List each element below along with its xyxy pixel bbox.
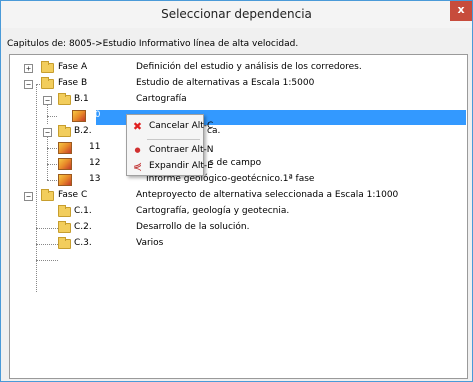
tree-node-12[interactable]: 12 s de campo [10,156,467,172]
menu-item-cancelar[interactable]: ✖ Cancelar Alt-C [127,118,213,135]
node-code: B.1 [74,94,89,104]
document-icon [58,158,72,170]
node-code: 11 [89,142,101,152]
collapse-icon[interactable]: − [43,96,52,105]
node-code: C.1. [74,206,92,216]
tree-node-c2[interactable]: C.2. Desarrollo de la solución. [10,220,467,236]
node-code: Fase A [58,62,88,72]
folder-icon [58,221,71,233]
menu-item-shortcut: Alt-E [191,161,213,171]
node-code: Fase C [58,190,88,200]
close-button[interactable]: x [450,1,472,21]
menu-item-label: Expandir [149,161,189,171]
tree-node-fase-a[interactable]: + Fase A Definición del estudio y anális… [10,60,467,76]
menu-item-expandir[interactable]: ⋞ Expandir Alt-E [127,158,213,175]
tree-node-10[interactable]: 10 [10,108,467,124]
collapse-icon[interactable]: − [24,80,33,89]
menu-item-contraer[interactable]: ● Contraer Alt-N [127,142,213,159]
node-description: Cartografía [136,94,187,104]
menu-item-shortcut: Alt-C [191,121,214,131]
node-code: 13 [89,174,101,184]
document-icon [72,110,86,122]
node-code: B.2. [74,126,92,136]
node-description: Anteproyecto de alternativa seleccionada… [136,190,399,200]
node-description: Varios [136,238,164,248]
node-description: Cartografía, geología y geotecnia. [136,206,290,216]
folder-icon [41,61,54,73]
folder-icon [58,125,71,137]
tree-line [36,260,58,261]
collapse-icon[interactable]: − [43,128,52,137]
node-code: Fase B [58,78,88,88]
collapse-icon: ● [134,146,141,154]
menu-item-shortcut: Alt-N [191,145,214,155]
tree-node-13[interactable]: 13 Informe geológico-geotécnico.1ª fase [10,172,467,188]
expand-icon[interactable]: + [24,64,33,73]
document-icon [58,174,72,186]
dialog-window: Seleccionar dependencia x Capitulos de: … [0,0,473,382]
tree-view[interactable]: + Fase A Definición del estudio y anális… [9,54,468,379]
collapse-icon[interactable]: − [24,192,33,201]
node-description: Desarrollo de la solución. [136,222,250,232]
context-menu: ✖ Cancelar Alt-C ● Contraer Alt-N ⋞ Expa… [126,114,214,176]
node-code: 12 [89,158,101,168]
tree-node-11[interactable]: 11 [10,140,467,156]
document-icon [58,142,72,154]
folder-icon [58,205,71,217]
folder-icon [58,237,71,249]
breadcrumb: Capitulos de: 8005->Estudio Informativo … [7,39,299,49]
menu-separator [147,139,200,140]
title-bar[interactable]: Seleccionar dependencia x [1,1,472,28]
tree-node-c3[interactable]: C.3. Varios [10,236,467,252]
tree-node-b2[interactable]: − B.2. ca. [10,124,467,140]
tree-node-fase-b[interactable]: − Fase B Estudio de alternativas a Escal… [10,76,467,92]
node-code: C.3. [74,238,92,248]
expand-icon: ⋞ [132,160,143,173]
node-description: s de campo [209,158,262,168]
dialog-title: Seleccionar dependencia [161,7,312,21]
menu-item-label: Cancelar [149,121,189,131]
node-description: Definición del estudio y análisis de los… [136,62,362,72]
tree-node-c1[interactable]: C.1. Cartografía, geología y geotecnia. [10,204,467,220]
folder-icon [58,93,71,105]
folder-icon [41,189,54,201]
tree-node-fase-c[interactable]: − Fase C Anteproyecto de alternativa sel… [10,188,467,204]
folder-icon [41,77,54,89]
menu-item-label: Contraer [149,145,189,155]
tree-node-b1[interactable]: − B.1 Cartografía [10,92,467,108]
node-code: C.2. [74,222,92,232]
node-code: 10 [89,110,101,120]
red-x-icon: ✖ [132,120,143,133]
node-description: Estudio de alternativas a Escala 1:5000 [136,78,315,88]
